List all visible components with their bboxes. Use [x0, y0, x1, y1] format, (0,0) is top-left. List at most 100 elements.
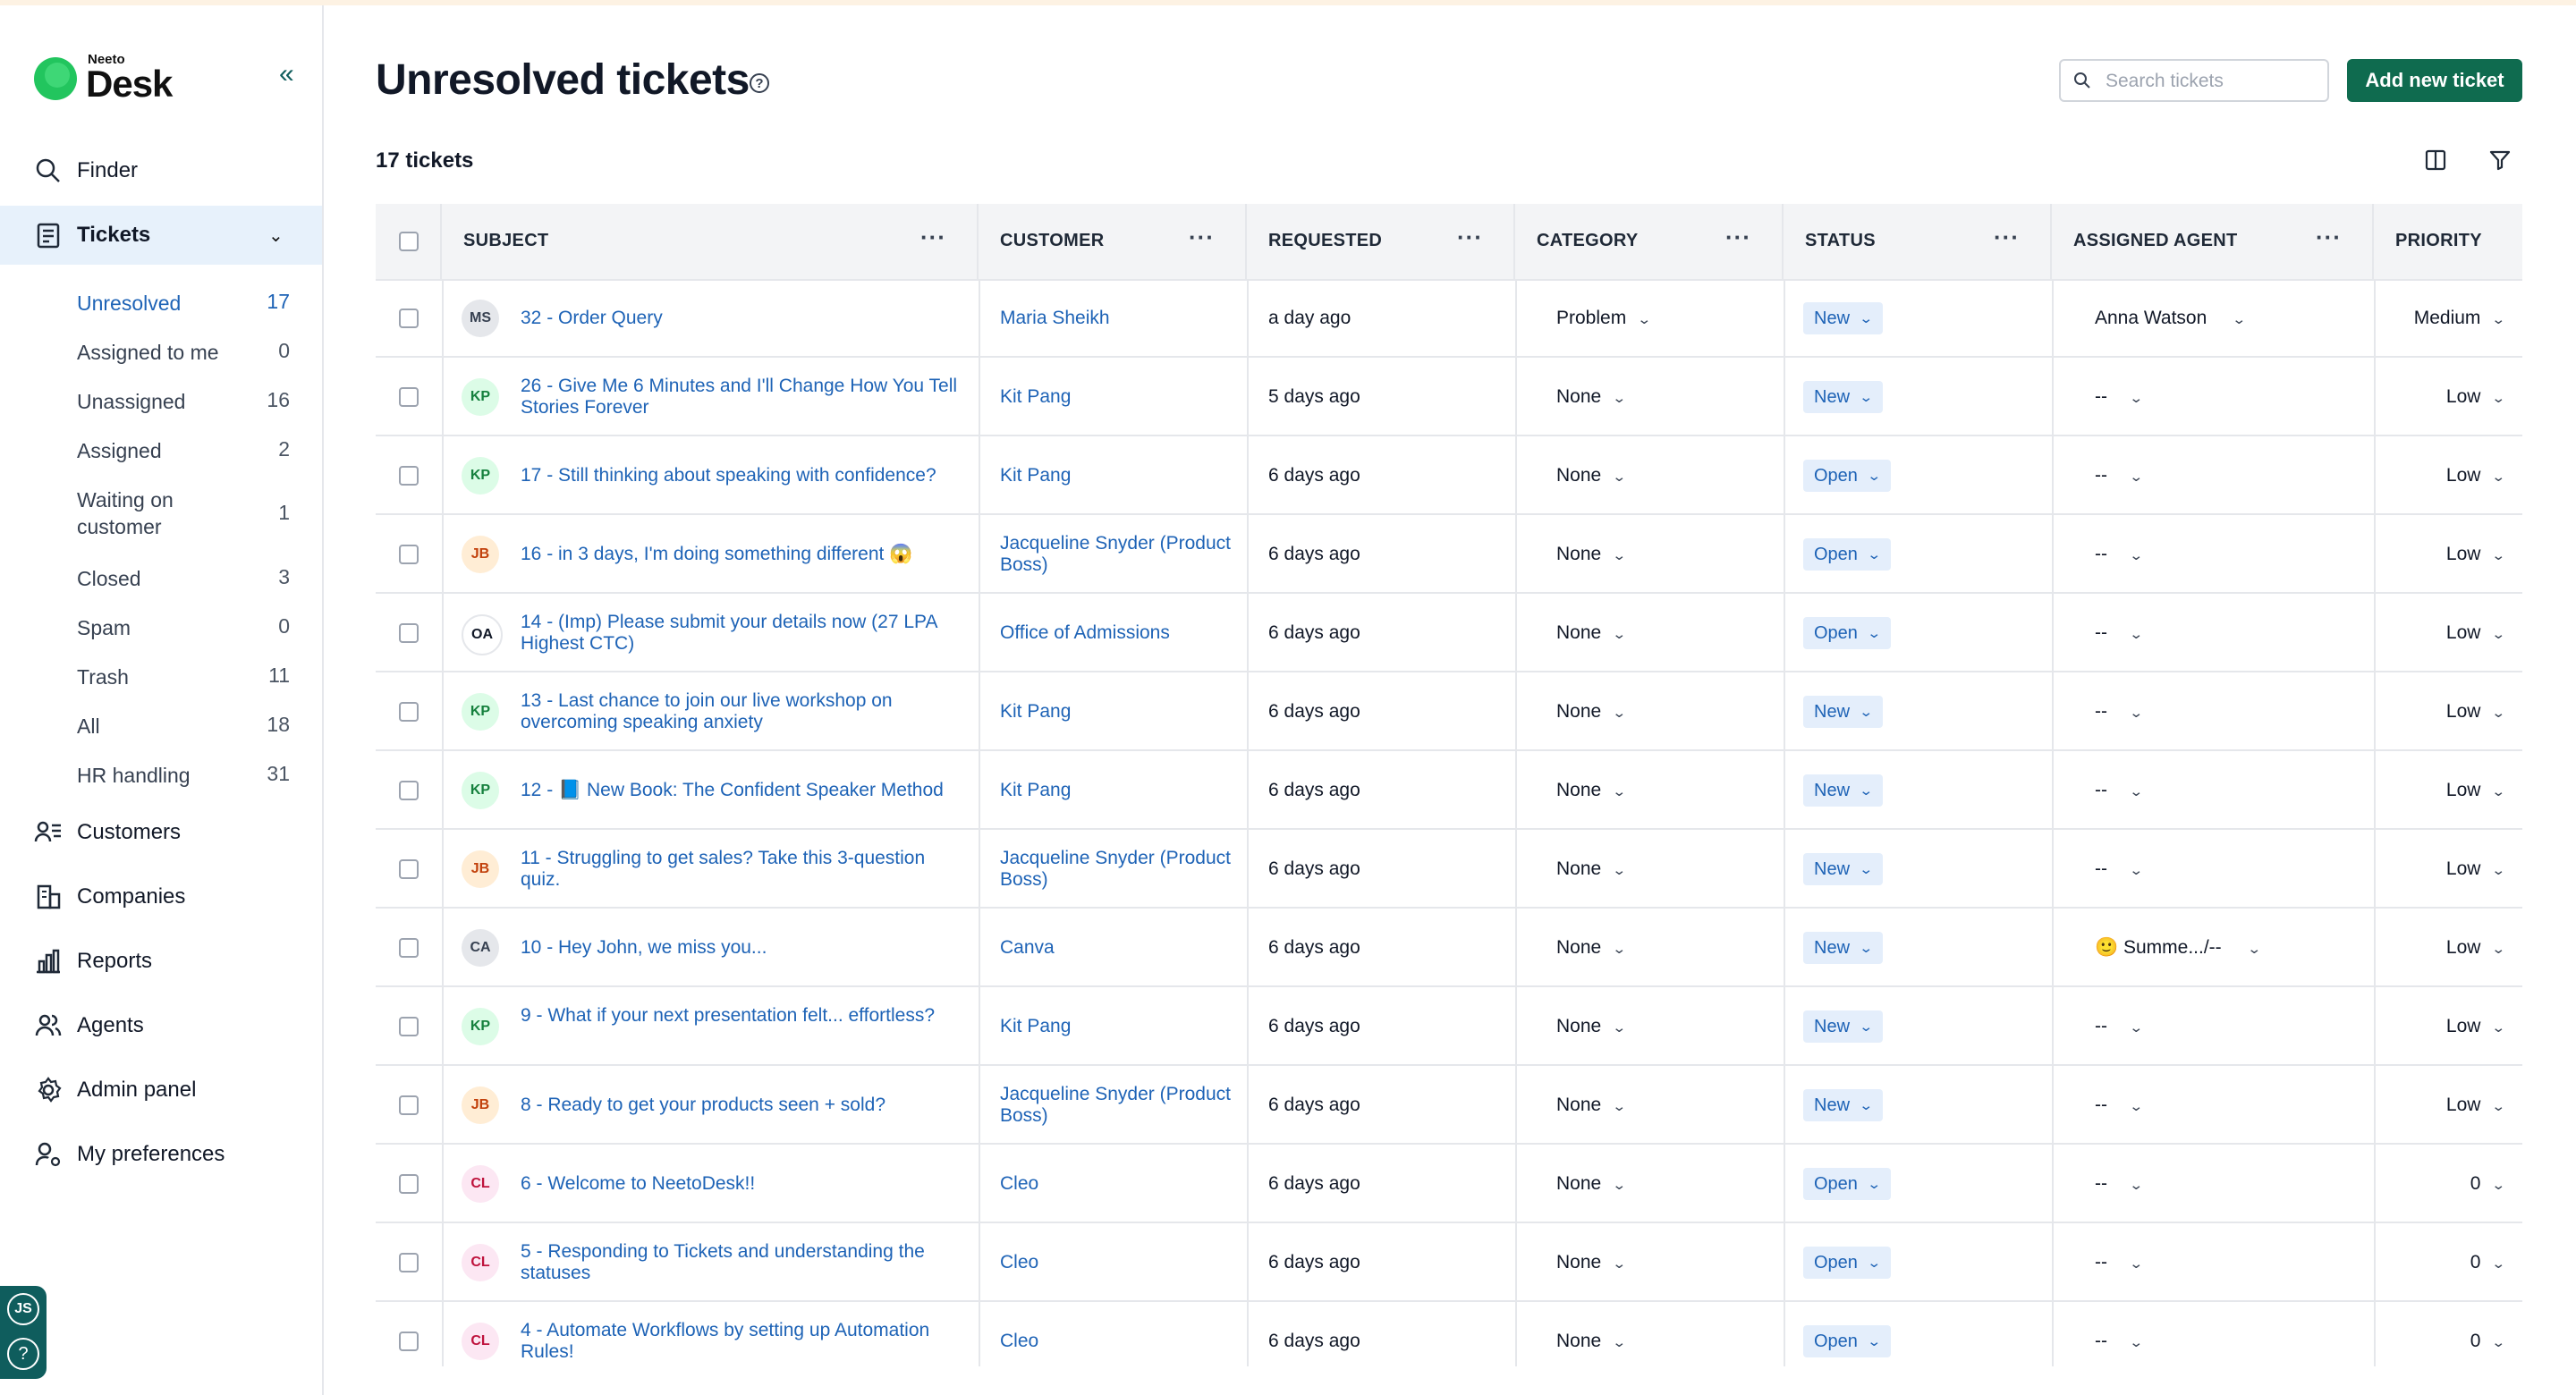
status-dropdown[interactable]: Open ⌄ — [1803, 1247, 1891, 1279]
status-dropdown[interactable]: Open ⌄ — [1803, 538, 1891, 571]
sidebar-subitem-trash[interactable]: Trash 11 — [0, 651, 322, 699]
category-dropdown[interactable]: None ⌄ — [1556, 858, 1627, 880]
agent-dropdown[interactable]: -- ⌄ — [2095, 1331, 2143, 1352]
ticket-subject-link[interactable]: 13 - Last chance to join our live worksh… — [521, 690, 959, 733]
status-dropdown[interactable]: New ⌄ — [1803, 853, 1883, 885]
customer-link[interactable]: Jacqueline Snyder (Product Boss) — [1000, 1084, 1233, 1127]
column-menu-icon[interactable]: ··· — [1725, 224, 1751, 251]
ticket-subject-link[interactable]: 26 - Give Me 6 Minutes and I'll Change H… — [521, 376, 959, 418]
table-row[interactable]: KP 17 - Still thinking about speaking wit… — [376, 436, 2522, 515]
agent-dropdown[interactable]: -- ⌄ — [2095, 622, 2143, 644]
agent-dropdown[interactable]: -- ⌄ — [2095, 386, 2143, 408]
row-checkbox[interactable] — [399, 1017, 419, 1036]
table-row[interactable]: JB 8 - Ready to get your products seen + … — [376, 1066, 2522, 1145]
table-row[interactable]: CL 4 - Automate Workflows by setting up A… — [376, 1302, 2522, 1366]
sidebar-item-companies[interactable]: Companies — [0, 867, 322, 926]
priority-dropdown[interactable]: Low ⌄ — [2446, 1095, 2506, 1116]
category-dropdown[interactable]: None ⌄ — [1556, 937, 1627, 959]
priority-dropdown[interactable]: Low ⌄ — [2446, 622, 2506, 644]
table-row[interactable]: JB 16 - in 3 days, I'm doing something di… — [376, 515, 2522, 594]
ticket-subject-link[interactable]: 14 - (Imp) Please submit your details no… — [521, 612, 959, 655]
priority-dropdown[interactable]: Low ⌄ — [2446, 1016, 2506, 1037]
customer-link[interactable]: Canva — [1000, 937, 1233, 959]
status-dropdown[interactable]: New ⌄ — [1803, 1010, 1883, 1043]
row-checkbox[interactable] — [399, 1253, 419, 1272]
ticket-subject-link[interactable]: 11 - Struggling to get sales? Take this … — [521, 848, 959, 891]
priority-dropdown[interactable]: 0 ⌄ — [2470, 1173, 2506, 1195]
sidebar-subitem-unassigned[interactable]: Unassigned 16 — [0, 376, 322, 424]
row-checkbox[interactable] — [399, 859, 419, 879]
category-dropdown[interactable]: None ⌄ — [1556, 1331, 1627, 1352]
sidebar-subitem-assigned-to-me[interactable]: Assigned to me 0 — [0, 326, 322, 375]
ticket-subject-link[interactable]: 32 - Order Query — [521, 308, 959, 329]
category-dropdown[interactable]: None ⌄ — [1556, 544, 1627, 565]
search-input[interactable] — [2104, 68, 2322, 95]
agent-dropdown[interactable]: 🙂 Summe.../-- ⌄ — [2095, 937, 2261, 959]
sidebar-item-reports[interactable]: Reports — [0, 932, 322, 991]
agent-dropdown[interactable]: -- ⌄ — [2095, 1173, 2143, 1195]
category-dropdown[interactable]: None ⌄ — [1556, 465, 1627, 486]
agent-dropdown[interactable]: -- ⌄ — [2095, 1095, 2143, 1116]
table-row[interactable]: CA 10 - Hey John, we miss you... Canva 6 da… — [376, 909, 2522, 987]
agent-dropdown[interactable]: -- ⌄ — [2095, 465, 2143, 486]
customer-link[interactable]: Jacqueline Snyder (Product Boss) — [1000, 848, 1233, 891]
agent-dropdown[interactable]: -- ⌄ — [2095, 780, 2143, 801]
agent-dropdown[interactable]: -- ⌄ — [2095, 701, 2143, 723]
sidebar-subitem-all[interactable]: All 18 — [0, 700, 322, 748]
ticket-subject-link[interactable]: 4 - Automate Workflows by setting up Aut… — [521, 1320, 959, 1363]
agent-dropdown[interactable]: -- ⌄ — [2095, 1016, 2143, 1037]
sidebar-subitem-waiting-on-customer[interactable]: Waiting on customer 1 — [0, 474, 322, 545]
priority-dropdown[interactable]: Medium ⌄ — [2414, 308, 2506, 329]
column-menu-icon[interactable]: ··· — [1457, 224, 1483, 251]
priority-dropdown[interactable]: Low ⌄ — [2446, 465, 2506, 486]
agent-dropdown[interactable]: -- ⌄ — [2095, 544, 2143, 565]
status-dropdown[interactable]: New ⌄ — [1803, 1089, 1883, 1121]
customer-link[interactable]: Kit Pang — [1000, 386, 1233, 408]
agent-dropdown[interactable]: -- ⌄ — [2095, 858, 2143, 880]
category-dropdown[interactable]: None ⌄ — [1556, 386, 1627, 408]
agent-dropdown[interactable]: Anna Watson ⌄ — [2095, 308, 2247, 329]
column-menu-icon[interactable]: ··· — [1189, 224, 1215, 251]
row-checkbox[interactable] — [399, 781, 419, 800]
customer-link[interactable]: Kit Pang — [1000, 1016, 1233, 1037]
ticket-subject-link[interactable]: 16 - in 3 days, I'm doing something diff… — [521, 544, 959, 565]
priority-dropdown[interactable]: Low ⌄ — [2446, 937, 2506, 959]
customer-link[interactable]: Cleo — [1000, 1331, 1233, 1352]
customer-link[interactable]: Cleo — [1000, 1173, 1233, 1195]
table-row[interactable]: CL 5 - Responding to Tickets and understa… — [376, 1223, 2522, 1302]
category-dropdown[interactable]: None ⌄ — [1556, 1252, 1627, 1273]
customer-link[interactable]: Cleo — [1000, 1252, 1233, 1273]
row-checkbox[interactable] — [399, 1174, 419, 1194]
customer-link[interactable]: Maria Sheikh — [1000, 308, 1233, 329]
sidebar-subitem-closed[interactable]: Closed 3 — [0, 553, 322, 601]
sidebar-subitem-hr-handling[interactable]: HR handling 31 — [0, 749, 322, 798]
avatar[interactable]: JS — [7, 1293, 39, 1325]
category-dropdown[interactable]: None ⌄ — [1556, 1173, 1627, 1195]
ticket-subject-link[interactable]: 17 - Still thinking about speaking with … — [521, 465, 959, 486]
search-box[interactable] — [2059, 59, 2329, 102]
sidebar-item-admin-panel[interactable]: Admin panel — [0, 1061, 322, 1120]
table-row[interactable]: KP 26 - Give Me 6 Minutes and I'll Change… — [376, 358, 2522, 436]
help-icon[interactable]: ? — [750, 73, 769, 93]
sidebar-item-customers[interactable]: Customers — [0, 803, 322, 862]
row-checkbox[interactable] — [399, 938, 419, 958]
status-dropdown[interactable]: New ⌄ — [1803, 381, 1883, 413]
row-checkbox[interactable] — [399, 1095, 419, 1115]
add-new-ticket-button[interactable]: Add new ticket — [2347, 59, 2522, 102]
status-dropdown[interactable]: New ⌄ — [1803, 696, 1883, 728]
customer-link[interactable]: Office of Admissions — [1000, 622, 1233, 644]
row-checkbox[interactable] — [399, 387, 419, 407]
customer-link[interactable]: Kit Pang — [1000, 780, 1233, 801]
customer-link[interactable]: Jacqueline Snyder (Product Boss) — [1000, 533, 1233, 576]
row-checkbox[interactable] — [399, 309, 419, 328]
app-logo[interactable]: Neeto Desk — [34, 48, 186, 109]
column-menu-icon[interactable]: ··· — [2316, 224, 2342, 251]
row-checkbox[interactable] — [399, 1332, 419, 1351]
status-dropdown[interactable]: New ⌄ — [1803, 774, 1883, 807]
chevron-down-icon[interactable]: ⌄ — [268, 224, 284, 247]
double-chevron-left-icon[interactable]: « — [279, 59, 294, 89]
category-dropdown[interactable]: None ⌄ — [1556, 701, 1627, 723]
table-row[interactable]: OA 14 - (Imp) Please submit your details … — [376, 594, 2522, 672]
priority-dropdown[interactable]: Low ⌄ — [2446, 701, 2506, 723]
category-dropdown[interactable]: Problem ⌄ — [1556, 308, 1652, 329]
